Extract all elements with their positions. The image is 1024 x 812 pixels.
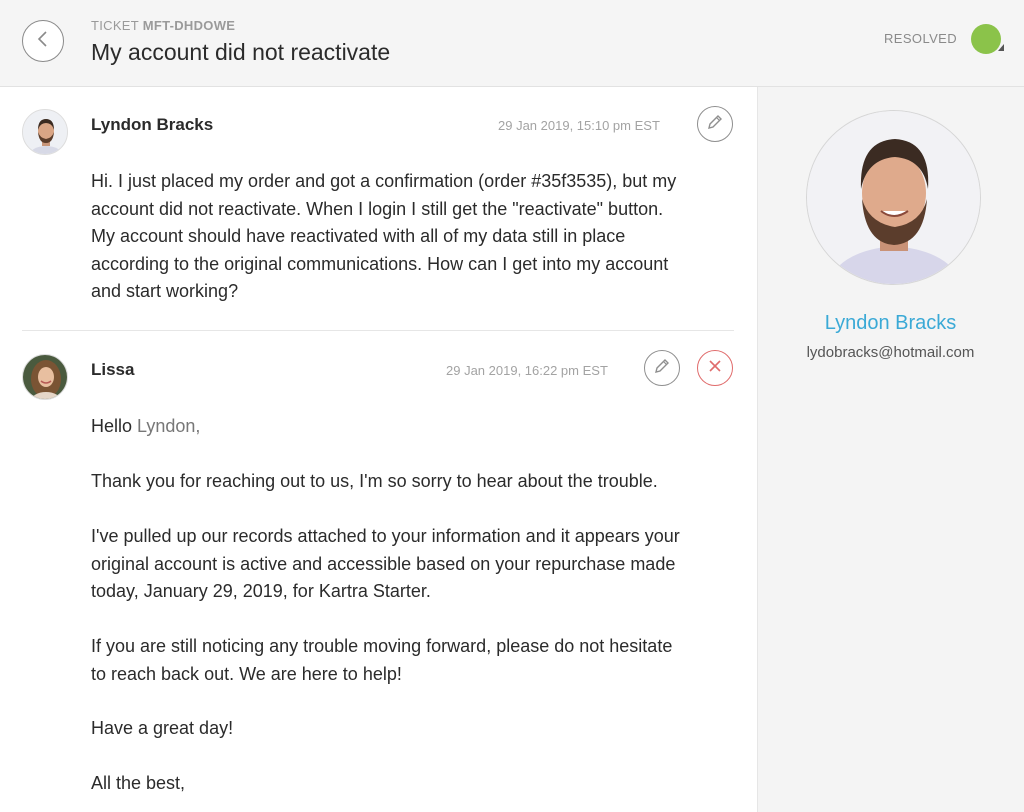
message-author: Lyndon Bracks bbox=[91, 115, 214, 134]
back-button[interactable] bbox=[22, 20, 64, 62]
customer-email: lydobracks@hotmail.com bbox=[806, 344, 975, 361]
ticket-prefix: TICKET bbox=[91, 18, 139, 33]
status-dropdown-caret-icon[interactable] bbox=[998, 44, 1004, 51]
message-divider bbox=[22, 330, 734, 331]
greeting-name: Lyndon, bbox=[137, 416, 201, 436]
customer-avatar bbox=[806, 110, 981, 285]
customer-name[interactable]: Lyndon Bracks bbox=[757, 312, 1024, 335]
avatar bbox=[22, 109, 68, 155]
ticket-id: MFT-DHDOWE bbox=[142, 18, 236, 33]
ticket-id-label: TICKET MFT-DHDOWE bbox=[91, 18, 235, 33]
ticket-header: TICKET MFT-DHDOWE My account did not rea… bbox=[0, 0, 1024, 87]
message-paragraph: I've pulled up our records attached to y… bbox=[91, 523, 680, 606]
message-line: Thank you for reaching out to us, I'm so… bbox=[91, 471, 658, 491]
message-line: All the best, bbox=[91, 773, 186, 793]
chevron-left-icon bbox=[36, 29, 50, 54]
edit-message-button[interactable] bbox=[697, 106, 733, 142]
message-paragraph: If you are still noticing any trouble mo… bbox=[91, 633, 672, 688]
message-paragraph: Thank you for reaching out to us, I'm so… bbox=[91, 468, 658, 496]
message-body: Hello Lyndon, bbox=[91, 413, 200, 441]
avatar bbox=[22, 354, 68, 400]
message-line: Hi. I just placed my order and got a con… bbox=[91, 171, 677, 191]
message-line: I've pulled up our records attached to y… bbox=[91, 526, 680, 546]
message-greeting: Hello Lyndon, bbox=[91, 413, 200, 441]
message-timestamp: 29 Jan 2019, 16:22 pm EST bbox=[446, 363, 608, 378]
message-body: Hi. I just placed my order and got a con… bbox=[91, 168, 676, 306]
pencil-icon bbox=[706, 113, 724, 136]
message-line: Have a great day! bbox=[91, 718, 234, 738]
message-author: Lissa bbox=[91, 360, 135, 379]
pencil-icon bbox=[653, 357, 671, 380]
ticket-title: My account did not reactivate bbox=[91, 39, 391, 65]
message-line: My account should have reactivated with … bbox=[91, 226, 626, 246]
status-indicator[interactable] bbox=[971, 24, 1001, 54]
message-line: account did not reactivate. When I login… bbox=[91, 198, 664, 219]
edit-message-button[interactable] bbox=[644, 350, 680, 386]
message-paragraph: Have a great day! bbox=[91, 715, 233, 743]
message-timestamp: 29 Jan 2019, 15:10 pm EST bbox=[498, 118, 660, 133]
message-line: according to the original communications… bbox=[91, 253, 669, 274]
message-line: and start working? bbox=[91, 281, 239, 301]
message-line: If you are still noticing any trouble mo… bbox=[91, 636, 673, 656]
greeting-word: Hello bbox=[91, 416, 133, 436]
delete-message-button[interactable] bbox=[697, 350, 733, 386]
status-label: RESOLVED bbox=[884, 31, 958, 46]
close-icon bbox=[708, 359, 722, 378]
message-line: today, January 29, 2019, for Kartra Star… bbox=[91, 581, 431, 601]
message-line: to reach back out. We are here to help! bbox=[91, 663, 402, 684]
message-line: original account is active and accessibl… bbox=[91, 553, 676, 574]
message-paragraph: All the best, bbox=[91, 770, 185, 798]
